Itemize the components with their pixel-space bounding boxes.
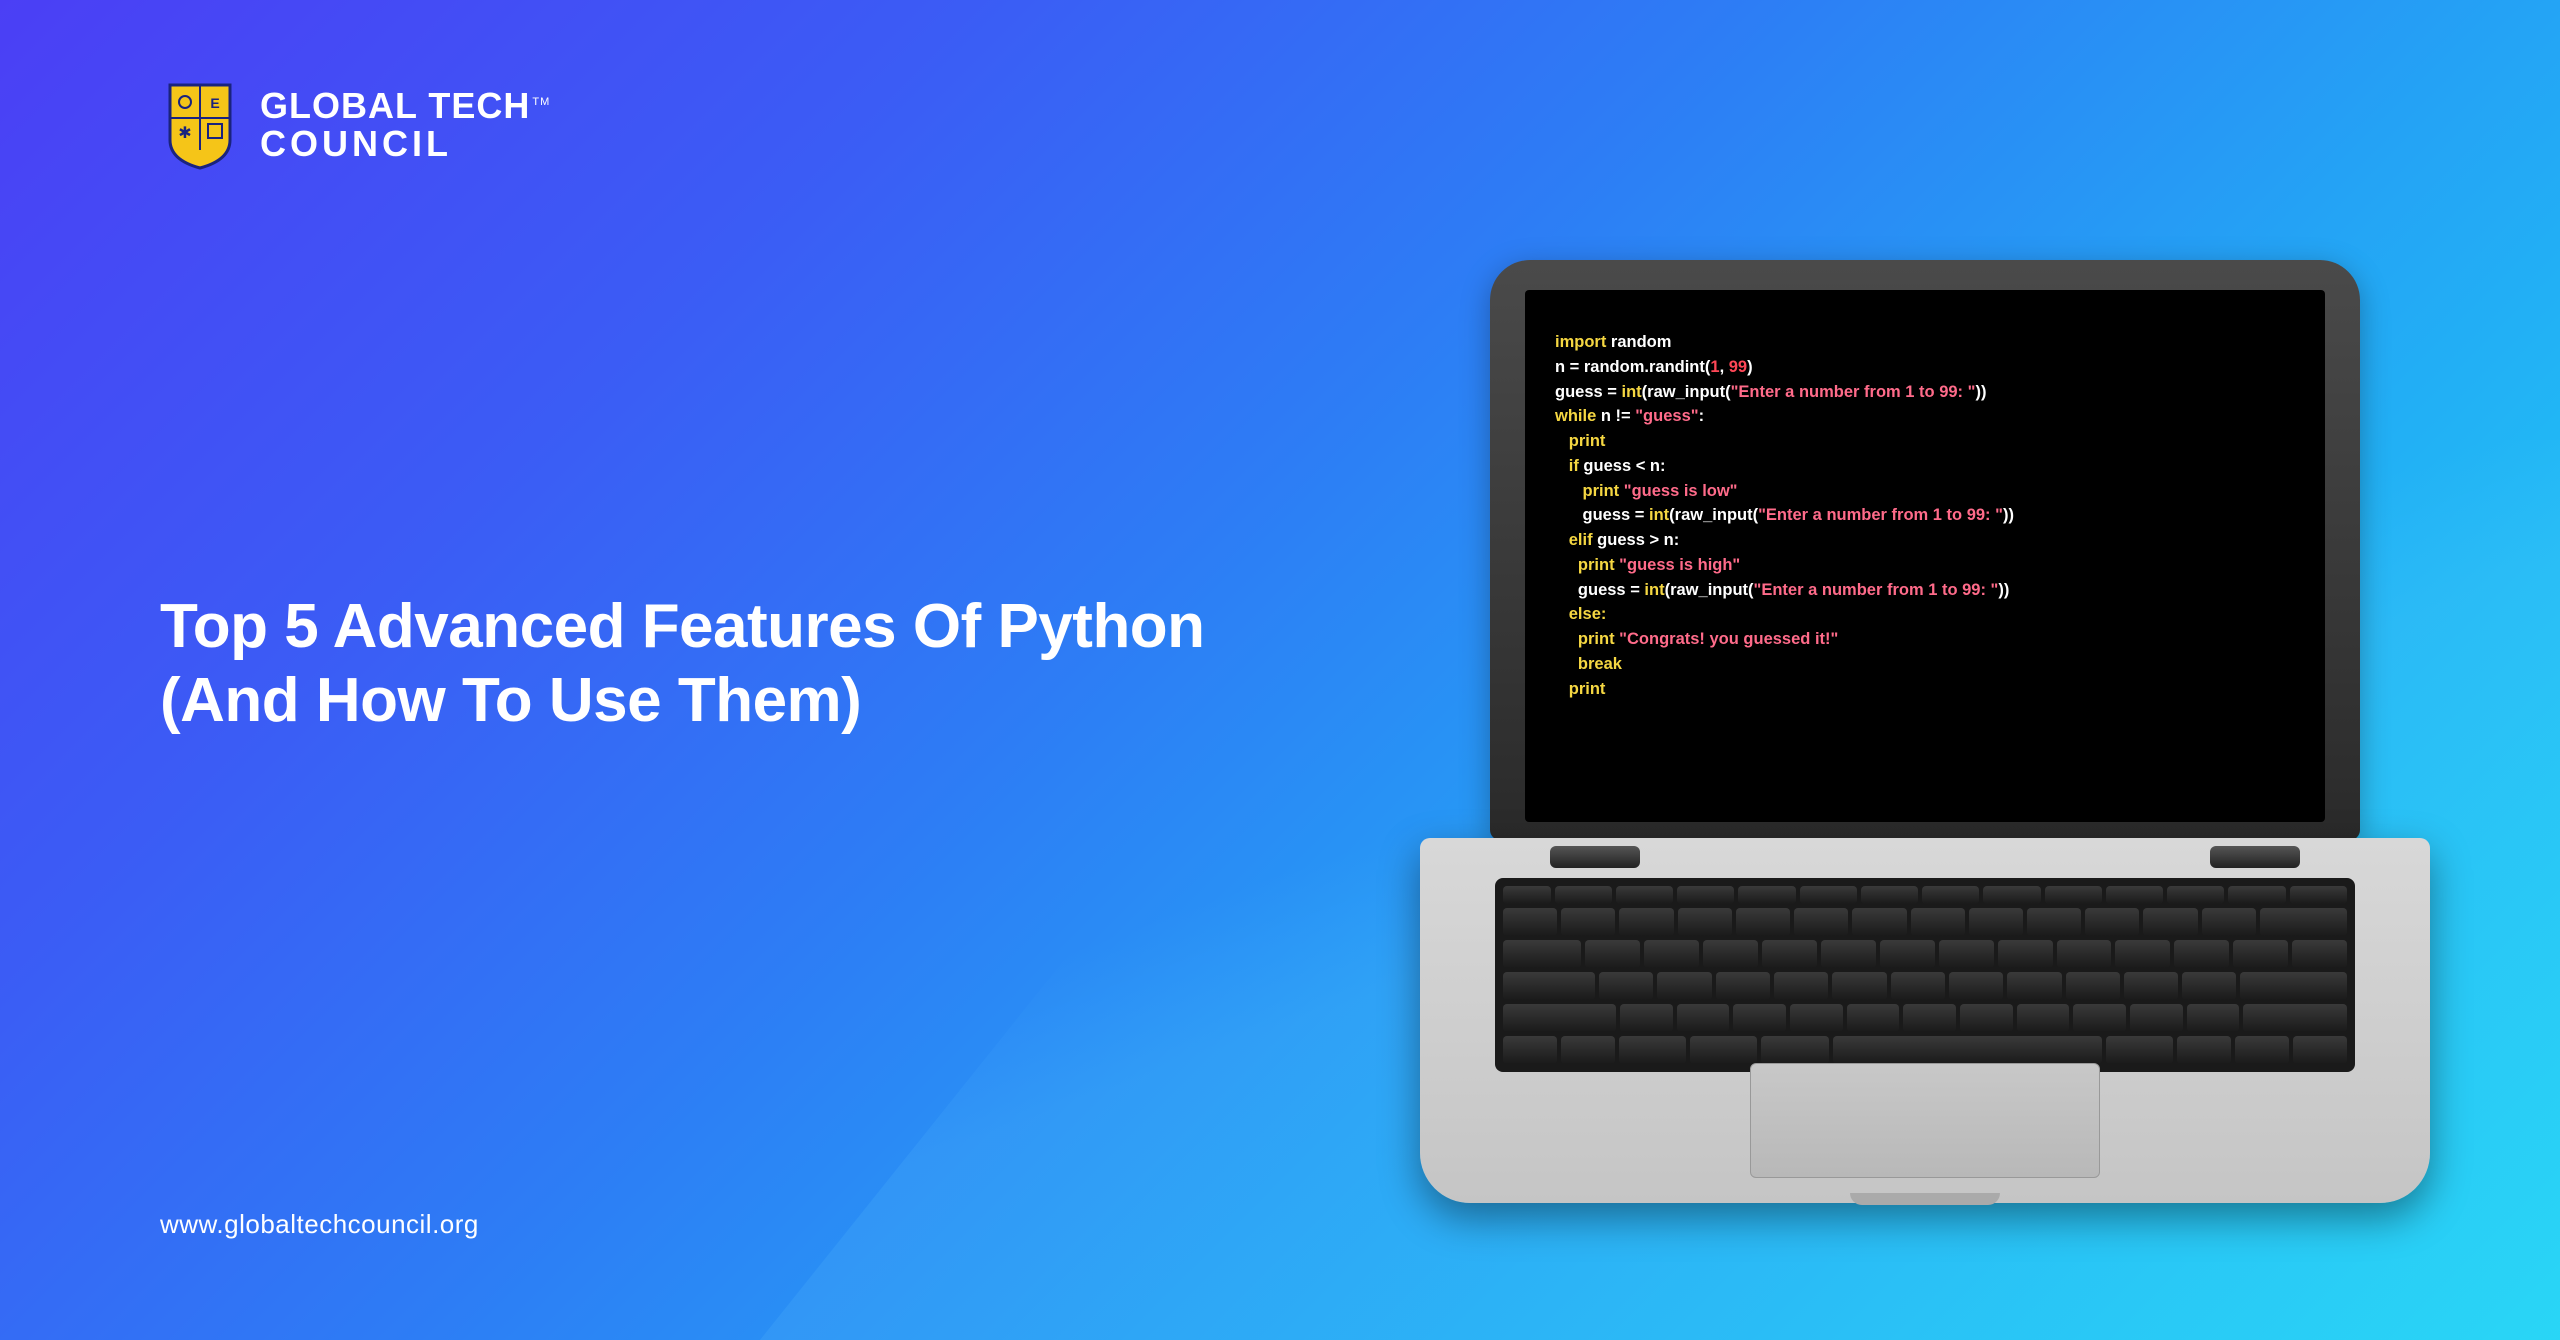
keyboard-key: [1832, 972, 1886, 1000]
title-line2: (And How To Use Them): [160, 664, 1205, 738]
keyboard-key: [1716, 972, 1770, 1000]
keyboard-key: [2167, 886, 2224, 904]
keyboard-key: [2260, 908, 2347, 936]
keyboard-key: [1833, 1036, 2102, 1064]
keyboard-key: [1736, 908, 1790, 936]
keyboard-key: [1939, 940, 1994, 968]
keyboard-key: [2233, 940, 2288, 968]
keyboard-key: [1703, 940, 1758, 968]
keyboard-key: [1794, 908, 1848, 936]
keyboard-key: [1690, 1036, 1757, 1064]
keyboard-key: [1847, 1004, 1900, 1032]
keyboard-key: [1903, 1004, 1956, 1032]
keyboard-key: [1503, 886, 1551, 904]
keyboard-key: [2027, 908, 2081, 936]
keyboard-key: [2124, 972, 2178, 1000]
keyboard-key: [2202, 908, 2256, 936]
keyboard-key: [1949, 972, 2003, 1000]
keyboard-key: [1969, 908, 2023, 936]
brand-logo: E ✱ GLOBAL TECHTM COUNCIL: [160, 80, 550, 170]
keyboard-key: [2174, 940, 2229, 968]
brand-line2: COUNCIL: [260, 125, 550, 163]
keyboard-key: [1677, 1004, 1730, 1032]
keyboard-key: [1774, 972, 1828, 1000]
keyboard-key: [1678, 908, 1732, 936]
footer-url: www.globaltechcouncil.org: [160, 1209, 479, 1240]
laptop-trackpad: [1750, 1063, 2100, 1178]
keyboard-key: [1891, 972, 1945, 1000]
keyboard-key: [2130, 1004, 2183, 1032]
keyboard-key: [2182, 972, 2236, 1000]
keyboard-key: [2017, 1004, 2070, 1032]
keyboard-key: [1503, 908, 1557, 936]
keyboard-key: [2085, 908, 2139, 936]
keyboard-key: [1790, 1004, 1843, 1032]
keyboard-key: [1619, 1036, 1686, 1064]
keyboard-key: [1644, 940, 1699, 968]
trademark: TM: [532, 96, 550, 108]
keyboard-key: [2293, 1036, 2347, 1064]
brand-name: GLOBAL TECHTM COUNCIL: [260, 87, 550, 163]
keyboard-key: [1503, 1004, 1616, 1032]
keyboard-key: [2057, 940, 2112, 968]
laptop-keyboard: [1495, 878, 2355, 1072]
keyboard-key: [1619, 908, 1673, 936]
keyboard-key: [1733, 1004, 1786, 1032]
keyboard-key: [1911, 908, 1965, 936]
keyboard-key: [1555, 886, 1612, 904]
keyboard-key: [2007, 972, 2061, 1000]
keyboard-key: [2240, 972, 2347, 1000]
keyboard-key: [1620, 1004, 1673, 1032]
title-line1: Top 5 Advanced Features Of Python: [160, 590, 1205, 664]
keyboard-key: [2066, 972, 2120, 1000]
laptop-screen-bezel: import random n = random.randint(1, 99) …: [1490, 260, 2360, 840]
keyboard-key: [2243, 1004, 2347, 1032]
keyboard-key: [1561, 1036, 1615, 1064]
code-editor-screen: import random n = random.randint(1, 99) …: [1525, 290, 2325, 822]
keyboard-key: [2177, 1036, 2231, 1064]
keyboard-key: [2106, 886, 2163, 904]
keyboard-key: [2187, 1004, 2240, 1032]
hinge-right: [2210, 846, 2300, 868]
keyboard-key: [1503, 940, 1581, 968]
keyboard-key: [2115, 940, 2170, 968]
keyboard-key: [1738, 886, 1795, 904]
keyboard-key: [1761, 1036, 1828, 1064]
keyboard-key: [1762, 940, 1817, 968]
svg-text:✱: ✱: [178, 125, 191, 142]
svg-text:E: E: [210, 95, 219, 111]
keyboard-key: [1677, 886, 1734, 904]
laptop-base: [1420, 838, 2430, 1203]
brand-line1: GLOBAL TECH: [260, 85, 530, 126]
keyboard-key: [2292, 940, 2347, 968]
keyboard-key: [1657, 972, 1711, 1000]
keyboard-key: [2235, 1036, 2289, 1064]
hinge-left: [1550, 846, 1640, 868]
keyboard-key: [2290, 886, 2347, 904]
keyboard-key: [2143, 908, 2197, 936]
keyboard-key: [1922, 886, 1979, 904]
keyboard-key: [1821, 940, 1876, 968]
keyboard-key: [1585, 940, 1640, 968]
shield-icon: E ✱: [160, 80, 240, 170]
keyboard-key: [1880, 940, 1935, 968]
keyboard-key: [2073, 1004, 2126, 1032]
laptop-illustration: import random n = random.randint(1, 99) …: [1420, 260, 2430, 1203]
keyboard-key: [1861, 886, 1918, 904]
keyboard-key: [1983, 886, 2040, 904]
keyboard-key: [1503, 972, 1595, 1000]
keyboard-key: [1960, 1004, 2013, 1032]
keyboard-key: [2106, 1036, 2173, 1064]
keyboard-key: [1998, 940, 2053, 968]
keyboard-key: [1503, 1036, 1557, 1064]
laptop-notch: [1850, 1193, 2000, 1205]
keyboard-key: [1616, 886, 1673, 904]
page-title: Top 5 Advanced Features Of Python (And H…: [160, 590, 1205, 739]
keyboard-key: [1852, 908, 1906, 936]
keyboard-key: [1800, 886, 1857, 904]
keyboard-key: [2228, 886, 2285, 904]
keyboard-key: [1561, 908, 1615, 936]
keyboard-key: [2045, 886, 2102, 904]
keyboard-key: [1599, 972, 1653, 1000]
